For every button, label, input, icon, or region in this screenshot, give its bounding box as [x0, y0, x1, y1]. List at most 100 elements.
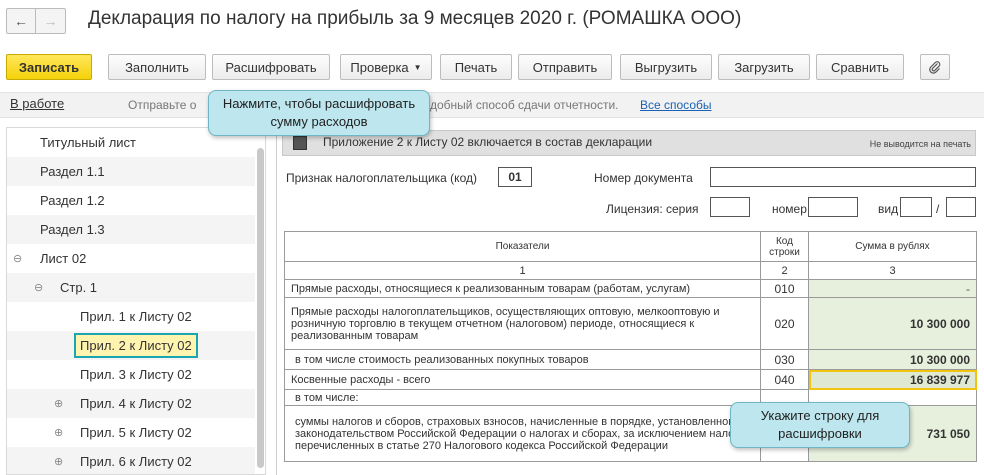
include-checkbox[interactable] [293, 136, 307, 150]
row-tooltip: Укажите строку для расшифровки [730, 402, 910, 448]
appendix-include-label: Приложение 2 к Листу 02 включается в сос… [323, 135, 653, 149]
tree-item-label: Раздел 1.1 [40, 164, 105, 179]
row-label: Косвенные расходы - всего [284, 369, 761, 390]
all-ways-link[interactable]: Все способы [640, 98, 712, 112]
row-sum-selected[interactable]: 16 839 977 [808, 369, 977, 390]
tree-item-label: Раздел 1.3 [40, 222, 105, 237]
title-bar: ← → Декларация по налогу на прибыль за 9… [0, 0, 984, 40]
license-type-field[interactable] [900, 197, 932, 217]
tree-item-sheet-02[interactable]: ⊖ Лист 02 [7, 244, 255, 273]
expand-icon[interactable]: ⊕ [54, 455, 63, 468]
tree-item-label: Прил. 1 к Листу 02 [80, 309, 192, 324]
license-series-label: Лицензия: серия [606, 202, 699, 216]
tree-item-appendix-1[interactable]: Прил. 1 к Листу 02 [7, 302, 255, 331]
row-label: Прямые расходы налогоплательщиков, осуще… [284, 297, 761, 350]
tree-item-label-selected: Прил. 2 к Листу 02 [74, 333, 198, 358]
license-number-field[interactable] [808, 197, 858, 217]
sections-tree: Титульный лист Раздел 1.1 Раздел 1.2 Раз… [6, 127, 266, 475]
taxpayer-sign-label: Признак налогоплательщика (код) [286, 171, 477, 185]
tree-item-section-1-3[interactable]: Раздел 1.3 [7, 215, 255, 244]
expand-icon[interactable]: ⊕ [54, 426, 63, 439]
page-title: Декларация по налогу на прибыль за 9 мес… [88, 8, 742, 29]
table-row[interactable]: Прямые расходы, относящиеся к реализован… [284, 279, 977, 298]
print-button[interactable]: Печать [440, 54, 512, 80]
slash-label: / [936, 202, 940, 216]
decode-tooltip: Нажмите, чтобы расшифровать сумму расход… [208, 90, 430, 136]
tree-item-label: Раздел 1.2 [40, 193, 105, 208]
status-row: В работе Отправьте о добный способ сдачи… [0, 92, 984, 118]
row-sum[interactable]: 10 300 000 [808, 297, 977, 350]
save-button[interactable]: Записать [6, 54, 92, 80]
column-number: 1 [284, 261, 761, 280]
tree-item-label: Лист 02 [40, 251, 87, 266]
fill-button[interactable]: Заполнить [108, 54, 206, 80]
toolbar: Записать Заполнить Расшифровать Проверка… [0, 52, 984, 82]
divider [276, 127, 277, 475]
tree-item-label: Титульный лист [40, 135, 137, 150]
import-button[interactable]: Загрузить [718, 54, 810, 80]
check-dropdown-button[interactable]: Проверка ▼ [340, 54, 432, 80]
decode-tooltip-text: Нажмите, чтобы расшифровать сумму расход… [222, 96, 416, 129]
doc-number-label: Номер документа [594, 171, 693, 185]
tree-item-appendix-5[interactable]: ⊕ Прил. 5 к Листу 02 [7, 418, 255, 447]
row-code: 040 [760, 369, 809, 390]
row-label: Прямые расходы, относящиеся к реализован… [284, 279, 761, 298]
doc-number-field[interactable] [710, 167, 976, 187]
check-button-label: Проверка [350, 59, 409, 75]
tree-item-appendix-6[interactable]: ⊕ Прил. 6 к Листу 02 [7, 447, 255, 474]
table-header-row: Показатели Код строки Сумма в рублях [284, 231, 977, 262]
compare-button[interactable]: Сравнить [816, 54, 904, 80]
license-type-field-2[interactable] [946, 197, 976, 217]
paperclip-icon [929, 61, 941, 74]
status-hint-end: добный способ сдачи отчетности. [430, 98, 619, 112]
table-row[interactable]: Прямые расходы налогоплательщиков, осуще… [284, 297, 977, 350]
arrow-left-icon: ← [14, 13, 28, 29]
row-code: 010 [760, 279, 809, 298]
collapse-icon[interactable]: ⊖ [13, 252, 22, 265]
tree-item-appendix-2[interactable]: Прил. 2 к Листу 02 [7, 331, 255, 360]
collapse-icon[interactable]: ⊖ [34, 281, 43, 294]
taxpayer-sign-field[interactable]: 01 [498, 167, 532, 187]
expand-icon[interactable]: ⊕ [54, 397, 63, 410]
row-label: суммы налогов и сборов, страховых взносо… [284, 405, 761, 462]
tree-item-page-1[interactable]: ⊖ Стр. 1 [7, 273, 255, 302]
export-button[interactable]: Выгрузить [620, 54, 712, 80]
tree-item-label: Прил. 5 к Листу 02 [80, 425, 192, 440]
tree-item-label: Прил. 6 к Листу 02 [80, 454, 192, 469]
table-row[interactable]: в том числе стоимость реализованных поку… [284, 349, 977, 370]
no-print-label: Не выводится на печать [869, 139, 971, 149]
tree-item-label: Прил. 4 к Листу 02 [80, 396, 192, 411]
row-label: в том числе: [284, 389, 761, 406]
column-header: Показатели [284, 231, 761, 262]
license-number-label: номер [772, 202, 807, 216]
in-work-link[interactable]: В работе [10, 96, 64, 111]
tree-item-appendix-3[interactable]: Прил. 3 к Листу 02 [7, 360, 255, 389]
column-number: 2 [760, 261, 809, 280]
tree-item-appendix-4[interactable]: ⊕ Прил. 4 к Листу 02 [7, 389, 255, 418]
table-row-indirect[interactable]: Косвенные расходы - всего 040 16 839 977 [284, 369, 977, 390]
back-button[interactable]: ← [6, 8, 36, 34]
license-type-label: вид [878, 202, 899, 216]
decode-button[interactable]: Расшифровать [212, 54, 330, 80]
arrow-right-icon: → [43, 13, 58, 29]
tree-item-section-1-1[interactable]: Раздел 1.1 [7, 157, 255, 186]
tree-item-label: Прил. 3 к Листу 02 [80, 367, 192, 382]
column-number: 3 [808, 261, 977, 280]
sidebar-scrollbar[interactable] [257, 148, 264, 468]
row-sum[interactable]: 10 300 000 [808, 349, 977, 370]
row-code: 020 [760, 297, 809, 350]
column-header: Сумма в рублях [808, 231, 977, 262]
column-numbers-row: 1 2 3 [284, 261, 977, 280]
row-tooltip-text: Укажите строку для расшифровки [760, 408, 880, 441]
forward-button[interactable]: → [36, 8, 66, 34]
row-sum[interactable]: - [808, 279, 977, 298]
license-series-field[interactable] [710, 197, 750, 217]
row-label: в том числе стоимость реализованных поку… [284, 349, 761, 370]
send-button[interactable]: Отправить [518, 54, 612, 80]
status-hint-start: Отправьте о [128, 98, 197, 112]
attach-button[interactable] [920, 54, 950, 80]
tree-item-label: Стр. 1 [60, 280, 98, 295]
tree-item-section-1-2[interactable]: Раздел 1.2 [7, 186, 255, 215]
chevron-down-icon: ▼ [413, 62, 422, 72]
row-code: 030 [760, 349, 809, 370]
